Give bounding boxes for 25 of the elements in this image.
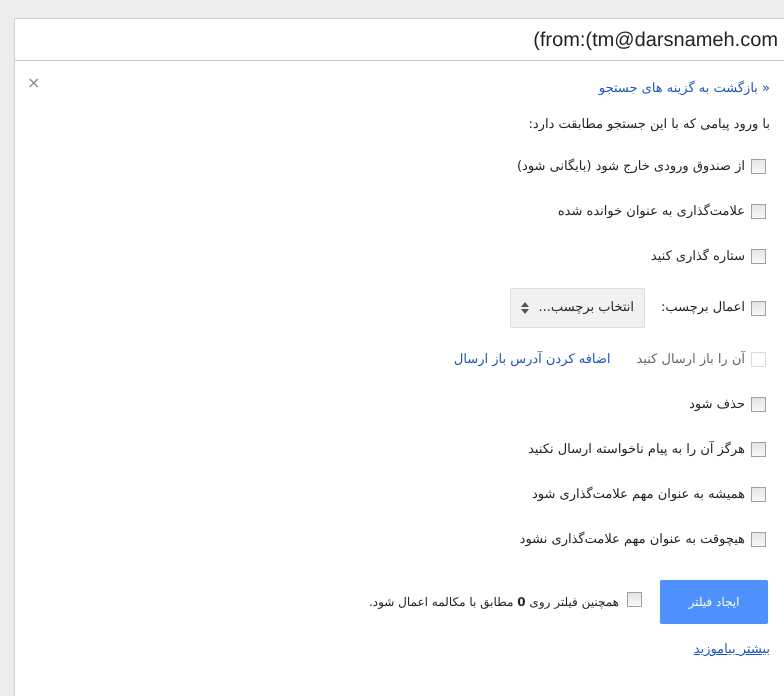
close-button[interactable]: × bbox=[27, 75, 40, 91]
checkbox[interactable] bbox=[751, 204, 766, 219]
option-label: هیچوقت به عنوان مهم علامت‌گذاری نشود bbox=[520, 530, 745, 549]
search-field[interactable]: (from:(tm@darsnameh.com bbox=[15, 19, 784, 61]
checkbox[interactable] bbox=[751, 397, 766, 412]
back-link[interactable]: « بازگشت به گزینه های جستجو bbox=[598, 79, 770, 98]
intro-text: با ورود پیامی که با این جستجو مطابقت دارد: bbox=[528, 116, 770, 134]
checkbox[interactable] bbox=[751, 487, 766, 502]
option-label: همیشه به عنوان مهم علامت‌گذاری شود bbox=[532, 486, 745, 504]
option-label: ستاره گذاری کنید bbox=[650, 248, 745, 266]
learn-more-link[interactable]: بیشتر بیاموزید bbox=[694, 640, 770, 660]
option-label: اعمال برچسب: bbox=[661, 299, 745, 318]
checkbox[interactable] bbox=[751, 300, 766, 316]
option-label: آن را باز ارسال کنید bbox=[636, 350, 745, 369]
checkbox[interactable] bbox=[627, 592, 642, 607]
checkbox[interactable] bbox=[751, 249, 766, 264]
checkbox[interactable] bbox=[751, 159, 766, 174]
sort-arrows-icon bbox=[520, 302, 529, 314]
label-select[interactable]: انتخاب برچسب... bbox=[510, 288, 645, 328]
option-label: از صندوق ورودی خارج شود (بایگانی شود) bbox=[516, 158, 745, 176]
option-label: حذف شود bbox=[689, 396, 745, 414]
checkbox[interactable] bbox=[751, 442, 766, 457]
option-label: علامت‌گذاری به عنوان خوانده شده bbox=[558, 202, 745, 221]
checkbox[interactable] bbox=[751, 532, 766, 547]
option-label: هرگز آن را به پیام ناخواسته ارسال نکنید bbox=[528, 440, 745, 459]
